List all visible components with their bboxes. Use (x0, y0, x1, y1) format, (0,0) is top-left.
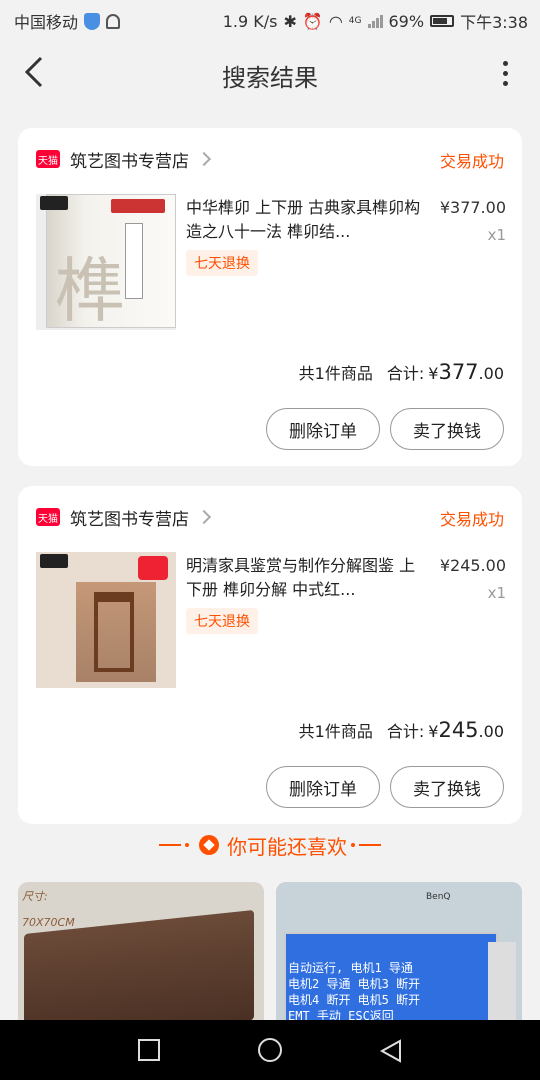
tmall-badge-icon: 天猫 (36, 150, 60, 168)
product-price: ¥245.00 (439, 556, 506, 575)
resell-button[interactable]: 卖了换钱 (390, 408, 504, 450)
wifi-icon: ◠ (328, 11, 343, 31)
order-summary: 共1件商品 合计: ¥ 245 .00 (299, 718, 504, 742)
cover-glyph: 榫 (55, 250, 125, 330)
battery-percent: 69% (388, 11, 425, 31)
product-price: ¥377.00 (439, 198, 506, 217)
delete-order-button[interactable]: 删除订单 (266, 408, 380, 450)
return-policy-tag: 七天退换 (186, 608, 258, 634)
order-card[interactable]: 天猫 筑艺图书专营店 交易成功 榫 中华榫卯 上下册 古典家具榫卯构造之八十一法… (18, 128, 522, 466)
product-image[interactable]: 榫 (36, 194, 176, 330)
hot-sale-badge (138, 556, 168, 580)
order-status: 交易成功 (439, 510, 504, 529)
status-bar: 中国移动 1.9 K/s ✱ ⏰ ◠ 4G 69% 下午3:38 (0, 0, 540, 38)
shield-app-icon (84, 12, 101, 30)
app-notification-icon (106, 13, 121, 29)
divider-dot (351, 843, 355, 847)
more-icon (502, 60, 508, 66)
total-currency: ¥ (428, 364, 439, 383)
title-bar: 搜索结果 (0, 38, 540, 108)
total-decimal: .00 (478, 364, 504, 383)
divider (159, 844, 181, 846)
chevron-right-icon (196, 151, 212, 167)
more-button[interactable] (490, 58, 520, 88)
store-link[interactable]: 天猫 筑艺图书专营店 (36, 504, 212, 530)
store-link[interactable]: 天猫 筑艺图书专营店 (36, 146, 212, 172)
recommend-header: 你可能还喜欢 (0, 828, 540, 862)
recommend-title: 你可能还喜欢 (227, 834, 347, 859)
carrier-label: 中国移动 (14, 13, 79, 32)
total-integer: 377 (438, 360, 479, 384)
item-count: 共1件商品 (298, 364, 373, 383)
cover-seal (111, 199, 165, 213)
panel-line: 电机2 导通 电机3 断开 (288, 977, 421, 991)
total-integer: 245 (438, 718, 479, 742)
book-cover: 榫 (46, 194, 176, 330)
product-title[interactable]: 中华榫卯 上下册 古典家具榫卯构造之八十一法 榫卯结... (186, 196, 426, 244)
network-speed: 1.9 K/s (222, 11, 278, 31)
alarm-icon: ⏰ (302, 11, 323, 31)
heart-icon (199, 835, 219, 855)
bluetooth-icon: ✱ (283, 11, 297, 31)
battery-icon (430, 15, 455, 27)
product-title[interactable]: 明清家具鉴赏与制作分解图鉴 上下册 榫卯分解 中式红... (186, 554, 426, 602)
publisher-logo (40, 554, 68, 568)
total-decimal: .00 (478, 722, 504, 741)
system-nav-bar (0, 1020, 540, 1080)
chevron-right-icon (196, 509, 212, 525)
return-policy-tag: 七天退换 (186, 250, 258, 276)
keypad (488, 942, 516, 1022)
item-count: 共1件商品 (298, 722, 373, 741)
divider (359, 844, 381, 846)
more-icon-dot (502, 70, 508, 76)
more-icon-dot (502, 80, 508, 86)
recommend-item[interactable]: 尺寸: 70X70CM (18, 882, 264, 1022)
clock: 下午3:38 (460, 13, 528, 32)
product-quantity: x1 (487, 584, 506, 602)
book-cover (36, 552, 176, 688)
panel-text: 自动运行, 电机1 导通 电机2 导通 电机3 断开 电机4 断开 电机5 断开… (288, 960, 488, 1022)
network-type: 4G (348, 16, 362, 26)
total-label: 合计: (386, 722, 425, 741)
monitor-brand: BenQ (426, 892, 451, 902)
resell-button[interactable]: 卖了换钱 (390, 766, 504, 808)
product-quantity: x1 (487, 226, 506, 244)
item-caption-size: 70X70CM (22, 916, 75, 929)
divider-dot (185, 843, 189, 847)
item-caption: 尺寸: (22, 890, 48, 903)
order-summary: 共1件商品 合计: ¥ 377 .00 (299, 360, 504, 384)
total-label: 合计: (386, 364, 425, 383)
nav-home-icon[interactable] (258, 1038, 282, 1062)
page-title: 搜索结果 (222, 64, 318, 92)
nav-back-icon[interactable] (378, 1038, 402, 1063)
panel-line: 电机4 断开 电机5 断开 (288, 993, 421, 1007)
delete-order-button[interactable]: 删除订单 (266, 766, 380, 808)
cover-chair (94, 592, 134, 672)
store-name: 筑艺图书专营店 (70, 509, 189, 530)
product-image[interactable] (36, 552, 176, 688)
panel-line: 自动运行, 电机1 导通 (288, 961, 413, 975)
publisher-logo (40, 196, 68, 210)
store-name: 筑艺图书专营店 (70, 151, 189, 172)
signal-icon (367, 14, 383, 28)
tmall-badge-icon: 天猫 (36, 508, 60, 526)
total-currency: ¥ (428, 722, 439, 741)
order-status: 交易成功 (439, 152, 504, 171)
order-card[interactable]: 天猫 筑艺图书专营店 交易成功 明清家具鉴赏与制作分解图鉴 上下册 榫卯分解 中… (18, 486, 522, 824)
cover-title-strip (125, 223, 143, 299)
nav-recent-icon[interactable] (138, 1039, 160, 1061)
recommend-item[interactable]: BenQ 自动运行, 电机1 导通 电机2 导通 电机3 断开 电机4 断开 电… (276, 882, 522, 1022)
